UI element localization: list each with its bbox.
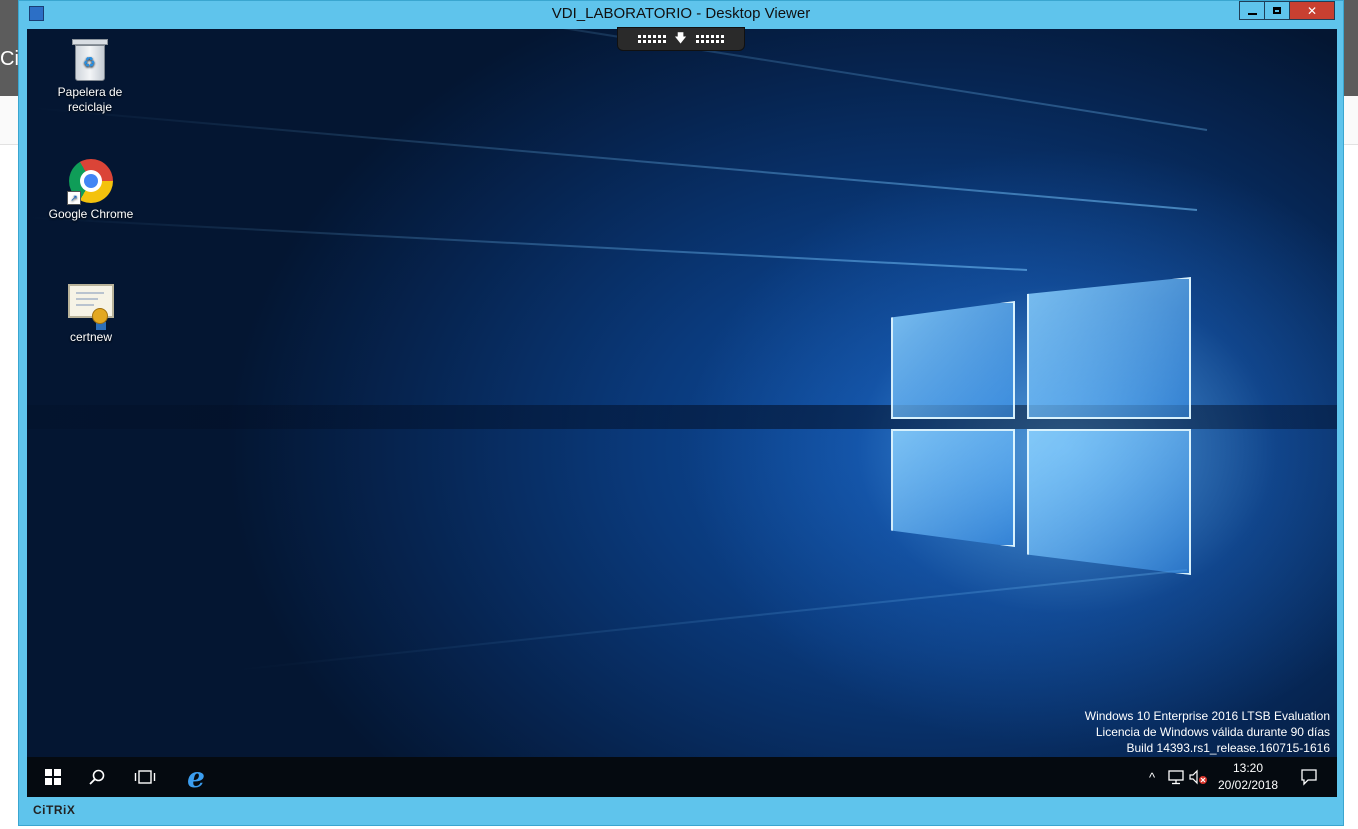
watermark-license: Licencia de Windows válida durante 90 dí… — [1095, 725, 1330, 739]
clock[interactable]: 13:20 20/02/2018 — [1213, 760, 1283, 794]
windows-logo-pane — [891, 429, 1015, 547]
window-title: VDI_LABORATORIO - Desktop Viewer — [551, 5, 811, 22]
maximize-button[interactable] — [1264, 1, 1290, 20]
action-center-button[interactable] — [1287, 757, 1331, 797]
desktop-icon-label: Google Chrome — [48, 207, 134, 221]
windows-logo-pane — [891, 301, 1015, 419]
clock-date: 20/02/2018 — [1217, 778, 1279, 792]
search-icon — [89, 769, 105, 785]
network-icon — [1168, 770, 1184, 785]
volume-muted-icon — [1189, 769, 1207, 785]
close-button[interactable]: ✕ — [1289, 1, 1335, 20]
task-view-button[interactable] — [123, 757, 167, 797]
maximize-icon — [1273, 7, 1281, 14]
windows-start-icon — [45, 769, 61, 785]
shortcut-arrow-icon: ↗ — [67, 191, 81, 205]
windows-logo-pane — [1027, 277, 1191, 419]
citrix-connection-bar[interactable]: 🡇 — [617, 27, 745, 51]
desktop-icon-certnew[interactable]: certnew — [46, 284, 136, 345]
search-button[interactable] — [75, 757, 119, 797]
chrome-icon: ↗ — [67, 159, 113, 205]
light-beam — [232, 569, 1188, 672]
internet-explorer-button[interactable]: e — [173, 757, 219, 797]
remote-desktop[interactable]: ♻ Papelera de reciclaje ↗ Google Chrome … — [27, 29, 1337, 797]
internet-explorer-icon: e — [187, 760, 205, 794]
desktop-icon-recycle-bin[interactable]: ♻ Papelera de reciclaje — [45, 39, 135, 115]
watermark-edition: Windows 10 Enterprise 2016 LTSB Evaluati… — [1084, 709, 1330, 723]
start-button[interactable] — [31, 757, 75, 797]
citrix-logo: CiTRiX — [33, 803, 76, 817]
chevron-up-icon: ^ — [1148, 769, 1156, 785]
task-view-icon — [134, 770, 156, 784]
drag-handle-icon — [638, 35, 667, 43]
show-hidden-icons-button[interactable]: ^ — [1143, 757, 1161, 797]
watermark-build: Build 14393.rs1_release.160715-1616 — [1126, 741, 1331, 755]
host-app-title-fragment: Ci — [0, 48, 19, 70]
desktop-icon-label: certnew — [69, 330, 113, 344]
arrow-down-icon: 🡇 — [674, 30, 688, 45]
desktop-icon-google-chrome[interactable]: ↗ Google Chrome — [46, 159, 136, 222]
minimize-icon — [1247, 12, 1257, 15]
windows-logo-pane — [1027, 429, 1191, 575]
light-beam — [31, 107, 1198, 211]
volume-button[interactable] — [1187, 757, 1209, 797]
close-icon: ✕ — [1306, 3, 1318, 18]
light-beam — [28, 216, 1028, 271]
recycle-bin-icon: ♻ — [72, 39, 108, 81]
taskbar: e ^ 13:20 20/02/2018 — [27, 757, 1337, 797]
notification-icon — [1301, 769, 1317, 786]
network-button[interactable] — [1165, 757, 1187, 797]
window-controls: ✕ — [1239, 1, 1335, 21]
minimize-button[interactable] — [1239, 1, 1265, 20]
desktop-viewer-window: VDI_LABORATORIO - Desktop Viewer ✕ ♻ Pap… — [18, 0, 1344, 826]
desktop-icon-label: Papelera de reciclaje — [57, 85, 123, 114]
certificate-icon — [68, 284, 114, 330]
drag-handle-icon — [695, 35, 724, 43]
evaluation-watermark: Windows 10 Enterprise 2016 LTSB Evaluati… — [1085, 708, 1330, 756]
clock-time: 13:20 — [1232, 761, 1264, 775]
